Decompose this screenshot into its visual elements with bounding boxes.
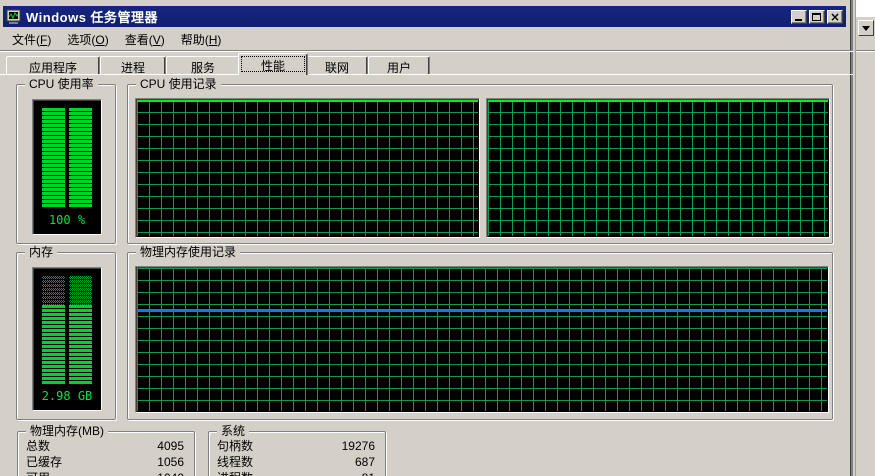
maximize-icon [812,12,821,21]
menu-divider [0,50,853,52]
memory-led-column [42,276,65,384]
menu-options-post: ) [104,32,109,47]
menu-options[interactable]: 选项(O) [59,29,116,50]
tab-baseline [0,74,853,75]
stat-label: 已缓存 [26,455,63,469]
menu-options-pre: 选项( [67,32,96,47]
stat-value: 687 [354,455,375,469]
menu-file-post: ) [47,32,52,47]
cpu-led-bars [42,108,92,208]
stat-label: 可用 [26,470,157,476]
cpu-usage-group-title: CPU 使用率 [25,77,98,91]
menu-help-pre: 帮助( [180,32,209,47]
cpu-history-group-title: CPU 使用记录 [136,77,221,91]
cpu-usage-gauge: 100 % [32,99,102,235]
tab-services[interactable]: 服务 [166,56,240,75]
stat-row-available: 可用1040 [18,470,194,476]
cpu1-usage-line [137,100,478,102]
title-controls: × [791,9,843,24]
maximize-button[interactable] [809,9,825,24]
menu-bar: 文件(F) 选项(O) 查看(V) 帮助(H) [4,29,847,49]
close-button[interactable]: × [827,9,843,24]
stat-row-threads: 线程数 687 [209,454,385,470]
menu-view-pre: 查看( [124,32,153,47]
tab-networking[interactable]: 联网 [306,56,368,75]
menu-help-post: ) [217,32,222,47]
stat-label: 线程数 [217,455,254,469]
memory-usage-line [137,309,827,313]
minimize-icon [795,18,802,21]
stat-label: 句柄数 [217,439,254,453]
menu-view-post: ) [160,32,165,47]
system-rows: 句柄数 19276 线程数 687 进程数81 [209,438,385,476]
close-icon: × [829,9,841,24]
menu-file-pre: 文件( [12,32,40,47]
cpu1-grid [137,100,478,236]
stat-value: 1040 [157,470,184,476]
memory-led-bars [42,276,92,384]
stat-value: 4095 [157,439,184,453]
physical-memory-stats-group: 物理内存(MB) 总数 4095 已缓存 1056 可用1040 [17,424,195,476]
menu-view-hotkey: V [152,32,161,47]
cpu-led-column [42,108,65,208]
stat-value: 19276 [341,439,375,453]
system-stats-group: 系统 句柄数 19276 线程数 687 进程数81 [208,424,386,476]
tab-applications[interactable]: 应用程序 [6,56,100,75]
cpu2-usage-line [488,100,828,102]
host-dropdown-button[interactable] [857,20,874,36]
menu-help[interactable]: 帮助(H) [173,29,230,50]
physical-memory-rows: 总数 4095 已缓存 1056 可用1040 [18,438,194,476]
memory-led-column [69,276,92,384]
memory-usage-value: 2.98 GB [41,389,93,403]
memory-history-graph [135,266,829,413]
stat-label: 进程数 [217,470,362,476]
stat-value: 81 [362,470,375,476]
task-manager-window: Windows 任务管理器 × 文件(F) 选项(O) 查看(V) 帮助(H) … [0,0,853,476]
window-title: Windows 任务管理器 [26,10,159,25]
memory-group-title: 内存 [25,245,58,259]
menu-options-hotkey: O [95,32,105,47]
title-bar[interactable]: Windows 任务管理器 × [3,6,846,27]
host-side-strip [855,0,875,476]
memory-group: 内存 2.98 GB [16,245,116,420]
system-stats-title: 系统 [217,424,250,438]
minimize-button[interactable] [791,9,807,24]
stat-label: 总数 [26,439,51,453]
task-manager-icon [6,9,21,24]
menu-view[interactable]: 查看(V) [117,29,173,50]
tab-processes[interactable]: 进程 [100,56,166,75]
stat-row-cached: 已缓存 1056 [18,454,194,470]
cpu-led-column [69,108,92,208]
cpu-usage-group: CPU 使用率 100 % [16,77,116,244]
cpu-history-group: CPU 使用记录 [127,77,833,244]
cpu-history-graph-2 [486,98,830,238]
cpu2-grid [488,100,828,236]
stat-row-processes: 进程数81 [209,470,385,476]
stat-row-total: 总数 4095 [18,438,194,454]
tab-bar: 应用程序 进程 服务 性能 联网 用户 [6,53,847,75]
physical-memory-stats-title: 物理内存(MB) [26,424,108,438]
tab-users[interactable]: 用户 [368,56,430,75]
memory-history-group-title: 物理内存使用记录 [136,245,241,259]
tab-performance[interactable]: 性能 [238,53,308,75]
memory-grid [137,268,827,411]
host-strip-divider [856,50,875,52]
cpu-usage-value: 100 % [48,213,86,227]
menu-file[interactable]: 文件(F) [4,29,59,50]
memory-gauge: 2.98 GB [32,267,102,411]
memory-history-group: 物理内存使用记录 [127,245,833,420]
stat-value: 1056 [157,455,184,469]
chevron-down-icon [861,25,870,31]
host-strip-top [856,0,875,17]
cpu-history-graph-1 [135,98,480,238]
stat-row-handles: 句柄数 19276 [209,438,385,454]
